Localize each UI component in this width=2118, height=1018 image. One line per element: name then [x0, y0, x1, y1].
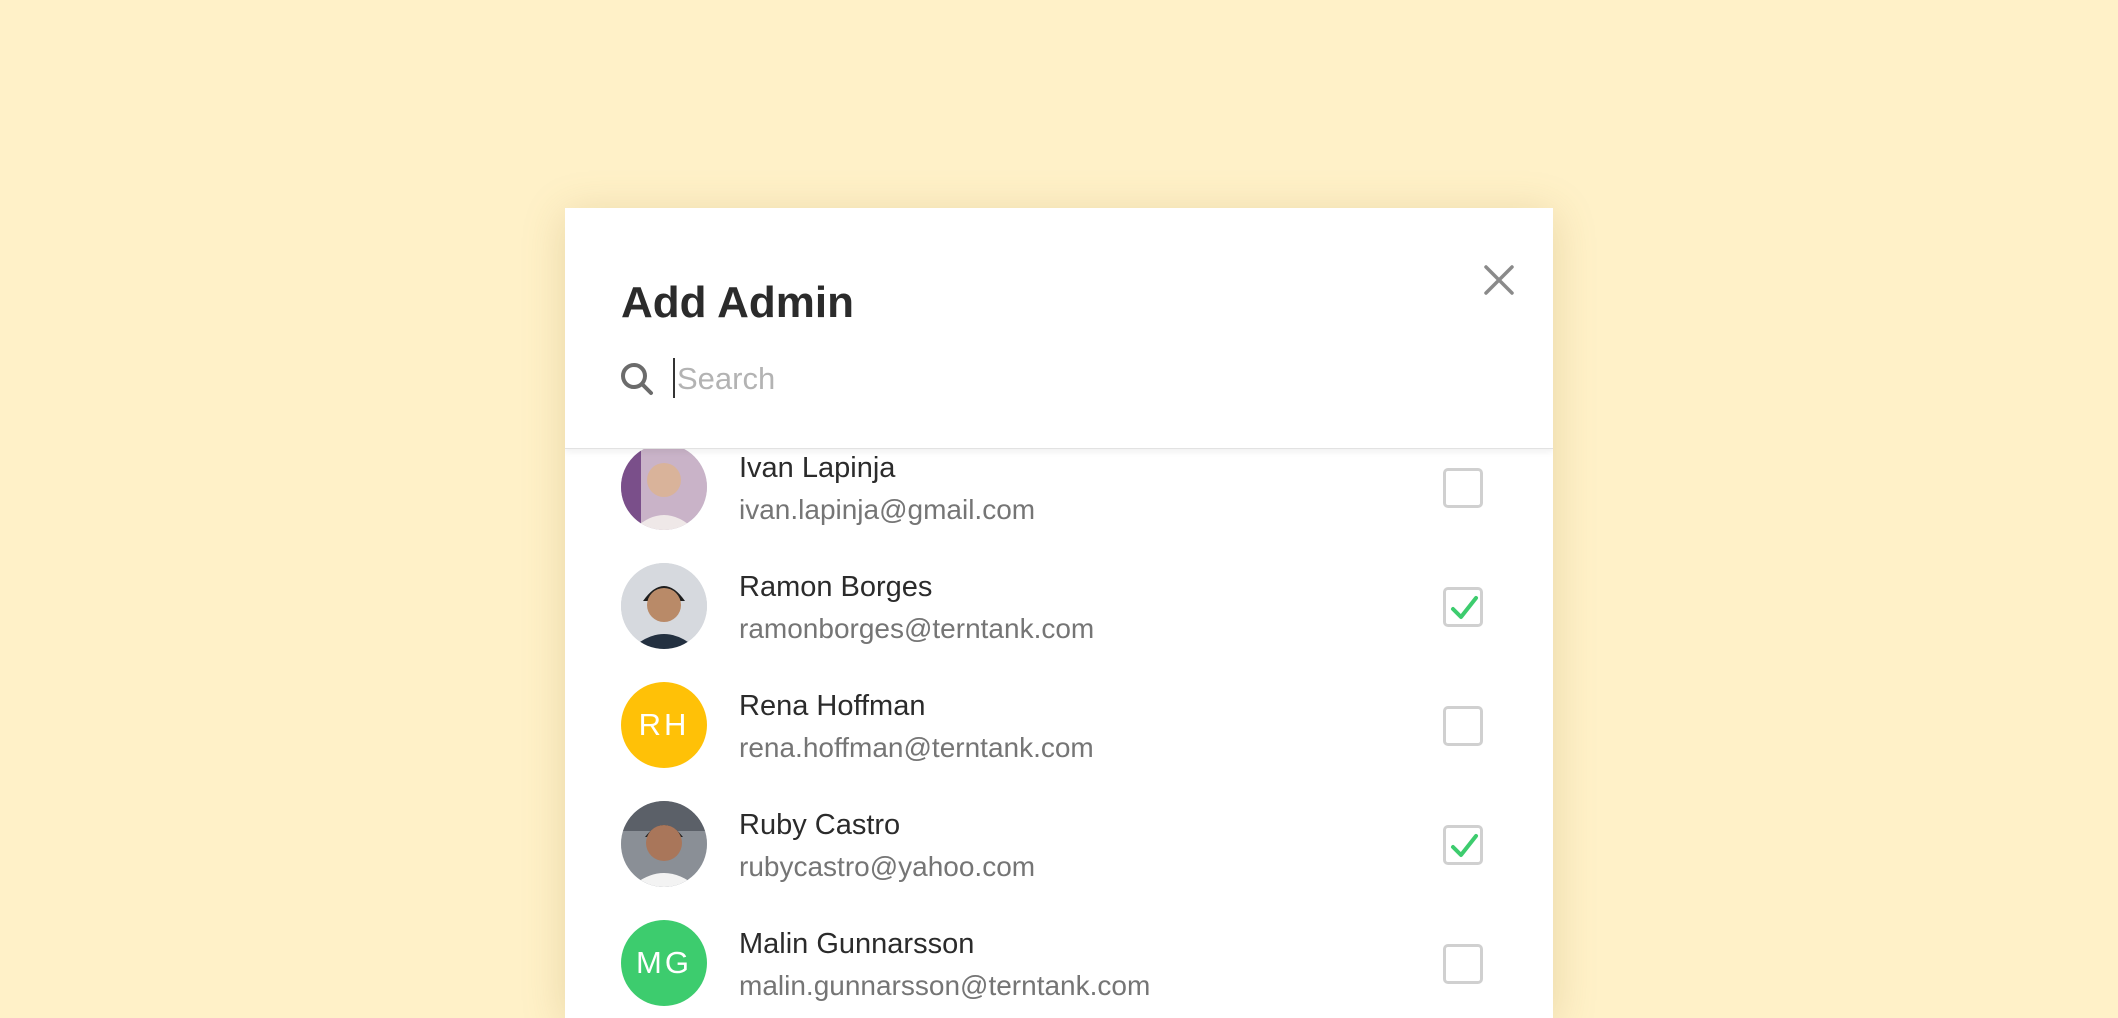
user-name: Rena Hoffman: [739, 690, 926, 722]
list-item[interactable]: MG Malin Gunnarsson malin.gunnarsson@ter…: [565, 904, 1553, 1018]
close-button[interactable]: [1469, 250, 1529, 310]
modal-header: Add Admin: [565, 208, 1553, 449]
add-admin-modal: Ivan Lapinja ivan.lapinja@gmail.com Ramo…: [565, 208, 1553, 1018]
select-checkbox[interactable]: [1443, 468, 1483, 508]
close-icon: [1484, 265, 1514, 295]
user-name: Malin Gunnarsson: [739, 928, 975, 960]
select-checkbox[interactable]: [1443, 825, 1483, 865]
user-email: rubycastro@yahoo.com: [739, 851, 1036, 882]
modal-title: Add Admin: [621, 278, 854, 327]
user-list: Ivan Lapinja ivan.lapinja@gmail.com Ramo…: [565, 428, 1553, 1018]
avatar: MG: [621, 920, 707, 1006]
user-email: ramonborges@terntank.com: [739, 613, 1095, 644]
user-email: ivan.lapinja@gmail.com: [739, 494, 1036, 525]
list-item[interactable]: Ramon Borges ramonborges@terntank.com: [565, 547, 1553, 666]
avatar: RH: [621, 682, 707, 768]
select-checkbox[interactable]: [1443, 587, 1483, 627]
avatar: [621, 563, 707, 649]
check-icon: [1451, 834, 1478, 857]
user-name: Ruby Castro: [739, 809, 901, 841]
search-input[interactable]: [671, 352, 1497, 406]
search-bar: [565, 328, 1553, 448]
select-checkbox[interactable]: [1443, 944, 1483, 984]
user-email: rena.hoffman@terntank.com: [739, 732, 1094, 763]
user-email: malin.gunnarsson@terntank.com: [739, 970, 1151, 1001]
select-checkbox[interactable]: [1443, 706, 1483, 746]
avatar-initials: MG: [636, 945, 692, 980]
list-item[interactable]: RH Rena Hoffman rena.hoffman@terntank.co…: [565, 666, 1553, 785]
search-icon: [621, 363, 653, 395]
list-item[interactable]: Ruby Castro rubycastro@yahoo.com: [565, 785, 1553, 904]
text-caret: [673, 358, 675, 398]
avatar: [621, 444, 707, 530]
avatar-initials: RH: [638, 707, 690, 742]
avatar: [621, 801, 707, 887]
user-name: Ramon Borges: [739, 571, 933, 603]
check-icon: [1451, 596, 1478, 619]
user-name: Ivan Lapinja: [739, 452, 896, 484]
